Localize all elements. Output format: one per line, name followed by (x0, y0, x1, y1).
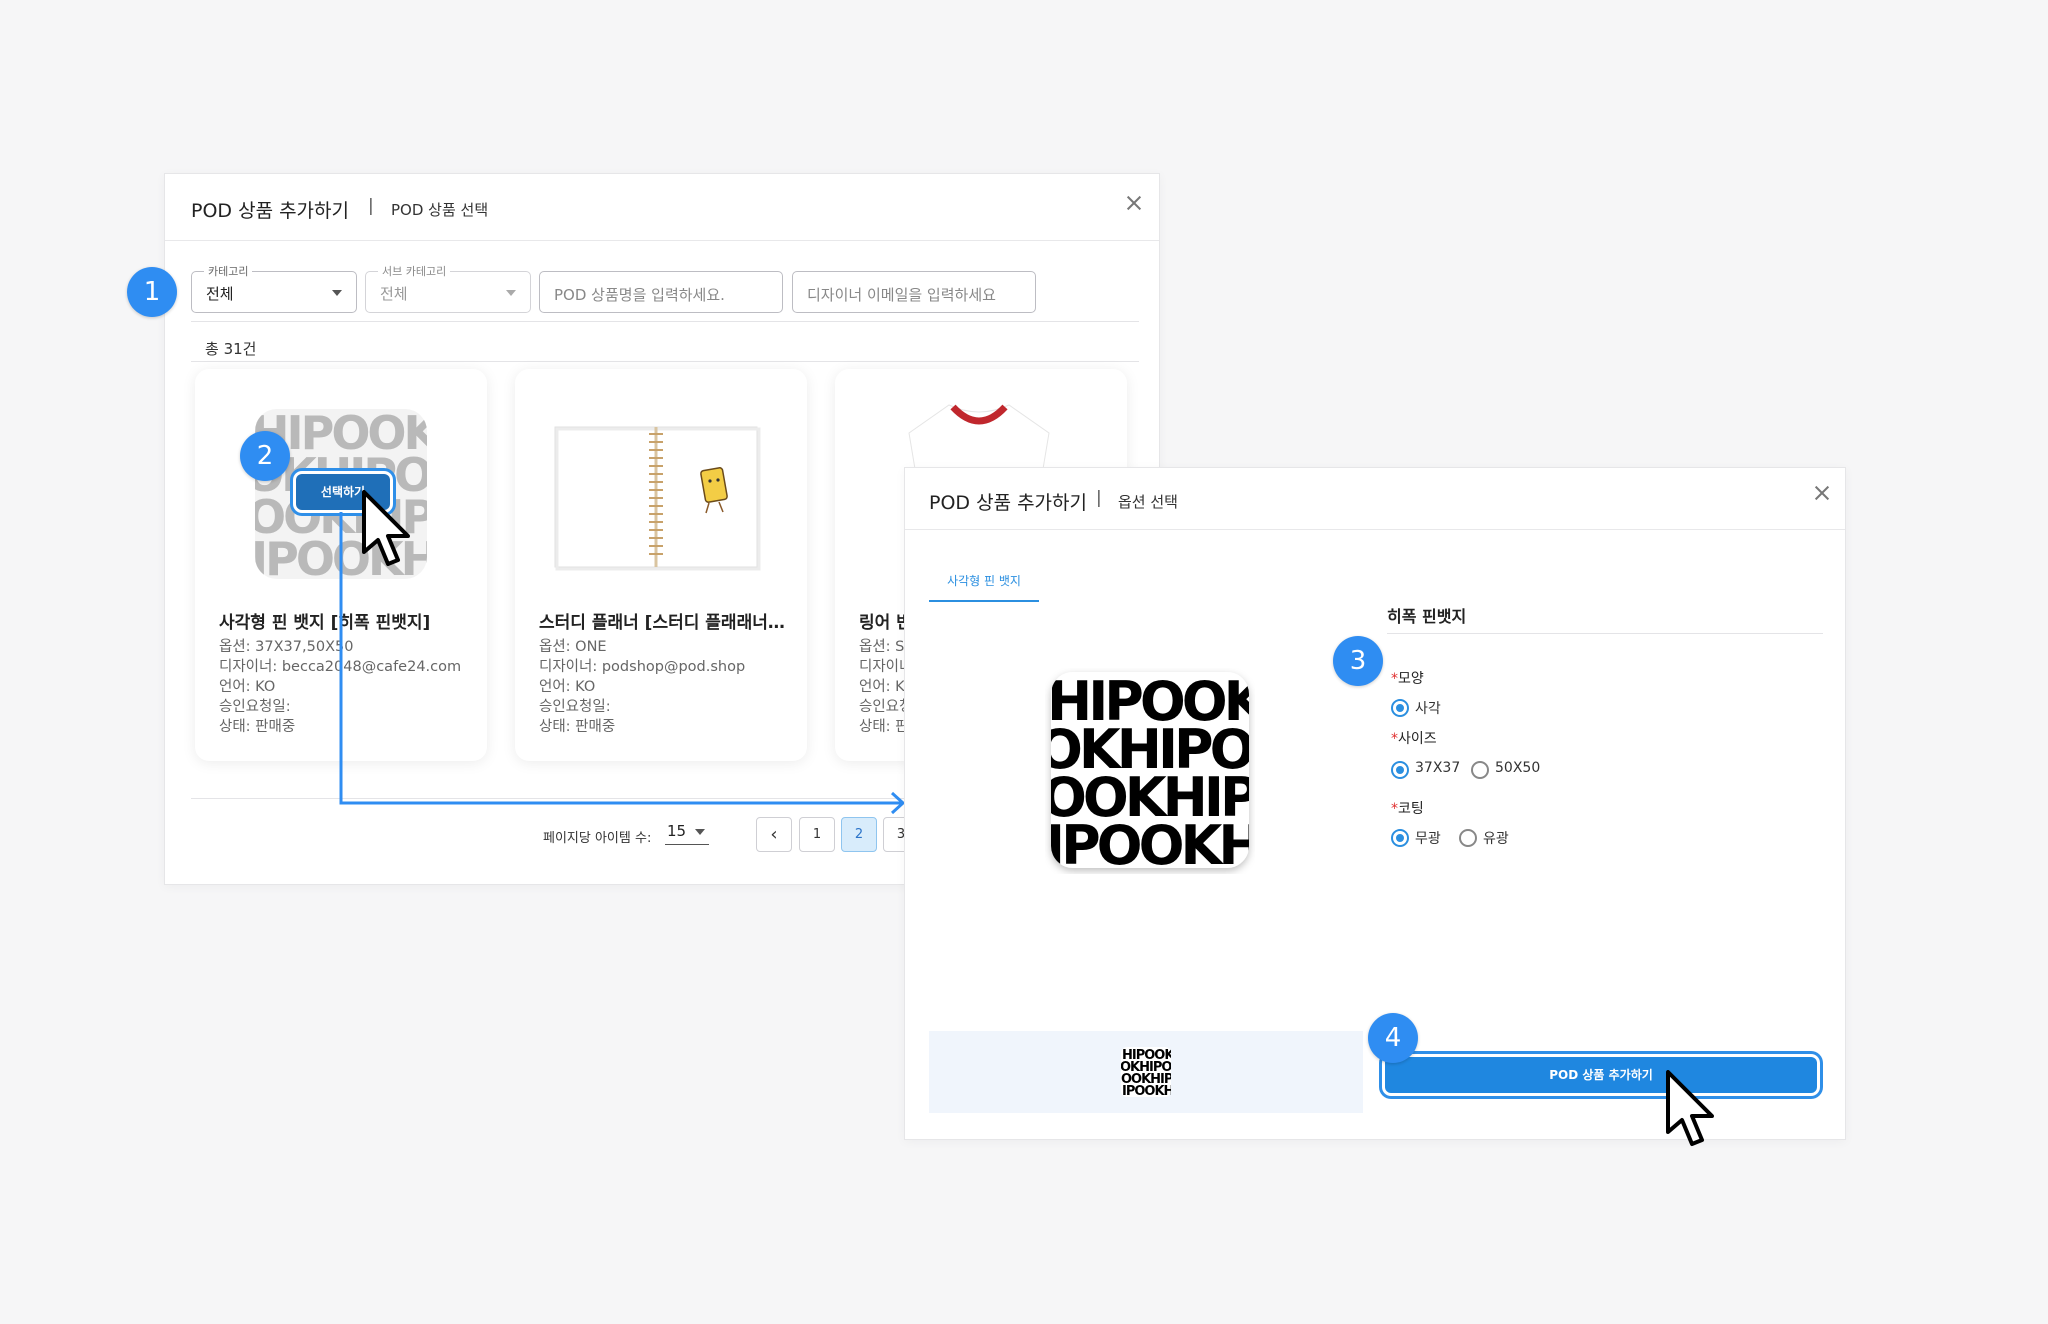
add-pod-product-button[interactable]: POD 상품 추가하기 (1385, 1057, 1817, 1093)
coating-radio-matte[interactable]: 무광 (1391, 828, 1441, 848)
shape-label-text: 모양 (1398, 671, 1424, 687)
product-name: 히폭 핀뱃지 (1387, 607, 1467, 626)
step-badge-4: 4 (1368, 1013, 1418, 1063)
size-label-text: 사이즈 (1398, 731, 1437, 747)
title-separator: | (1096, 488, 1102, 508)
divider (1387, 633, 1823, 634)
coating-label-text: 코팅 (1398, 801, 1424, 817)
shape-label: *모양 (1391, 668, 1424, 688)
product-preview-image: HIPOOK OKHIPO OOKHIP IPOOKH (1045, 672, 1255, 874)
coating-label: *코팅 (1391, 798, 1424, 818)
tab-square-pin-badge[interactable]: 사각형 핀 뱃지 (929, 566, 1039, 602)
close-icon[interactable] (1809, 480, 1835, 506)
coating-radio-glossy[interactable]: 유광 (1459, 828, 1509, 848)
cursor-arrow-icon (362, 490, 410, 566)
size-label: *사이즈 (1391, 728, 1437, 748)
size-radio-37x37[interactable]: 37X37 (1391, 760, 1460, 779)
selected-item-strip: HIPOOK OKHIPO OOKHIP IPOOKH (929, 1031, 1363, 1113)
cursor-arrow-icon (1666, 1070, 1714, 1146)
step-badge-2: 2 (240, 431, 290, 481)
step-badge-3: 3 (1333, 636, 1383, 686)
required-mark: * (1391, 801, 1398, 817)
required-mark: * (1391, 671, 1398, 687)
modal-title: POD 상품 추가하기 (929, 492, 1088, 514)
modal-subtitle: 옵션 선택 (1118, 493, 1178, 511)
selected-item-thumbnail: HIPOOK OKHIPO OOKHIP IPOOKH (1121, 1047, 1171, 1097)
modal-header: POD 상품 추가하기 | 옵션 선택 (905, 468, 1845, 530)
artwork-text-line: IPOOKH (1045, 814, 1255, 874)
shape-radio-square[interactable]: 사각 (1391, 698, 1441, 718)
step-badge-1: 1 (127, 267, 177, 317)
size-radio-50x50[interactable]: 50X50 (1471, 760, 1540, 779)
required-mark: * (1391, 731, 1398, 747)
artwork-text-line: IPOOKH (1122, 1084, 1171, 1097)
